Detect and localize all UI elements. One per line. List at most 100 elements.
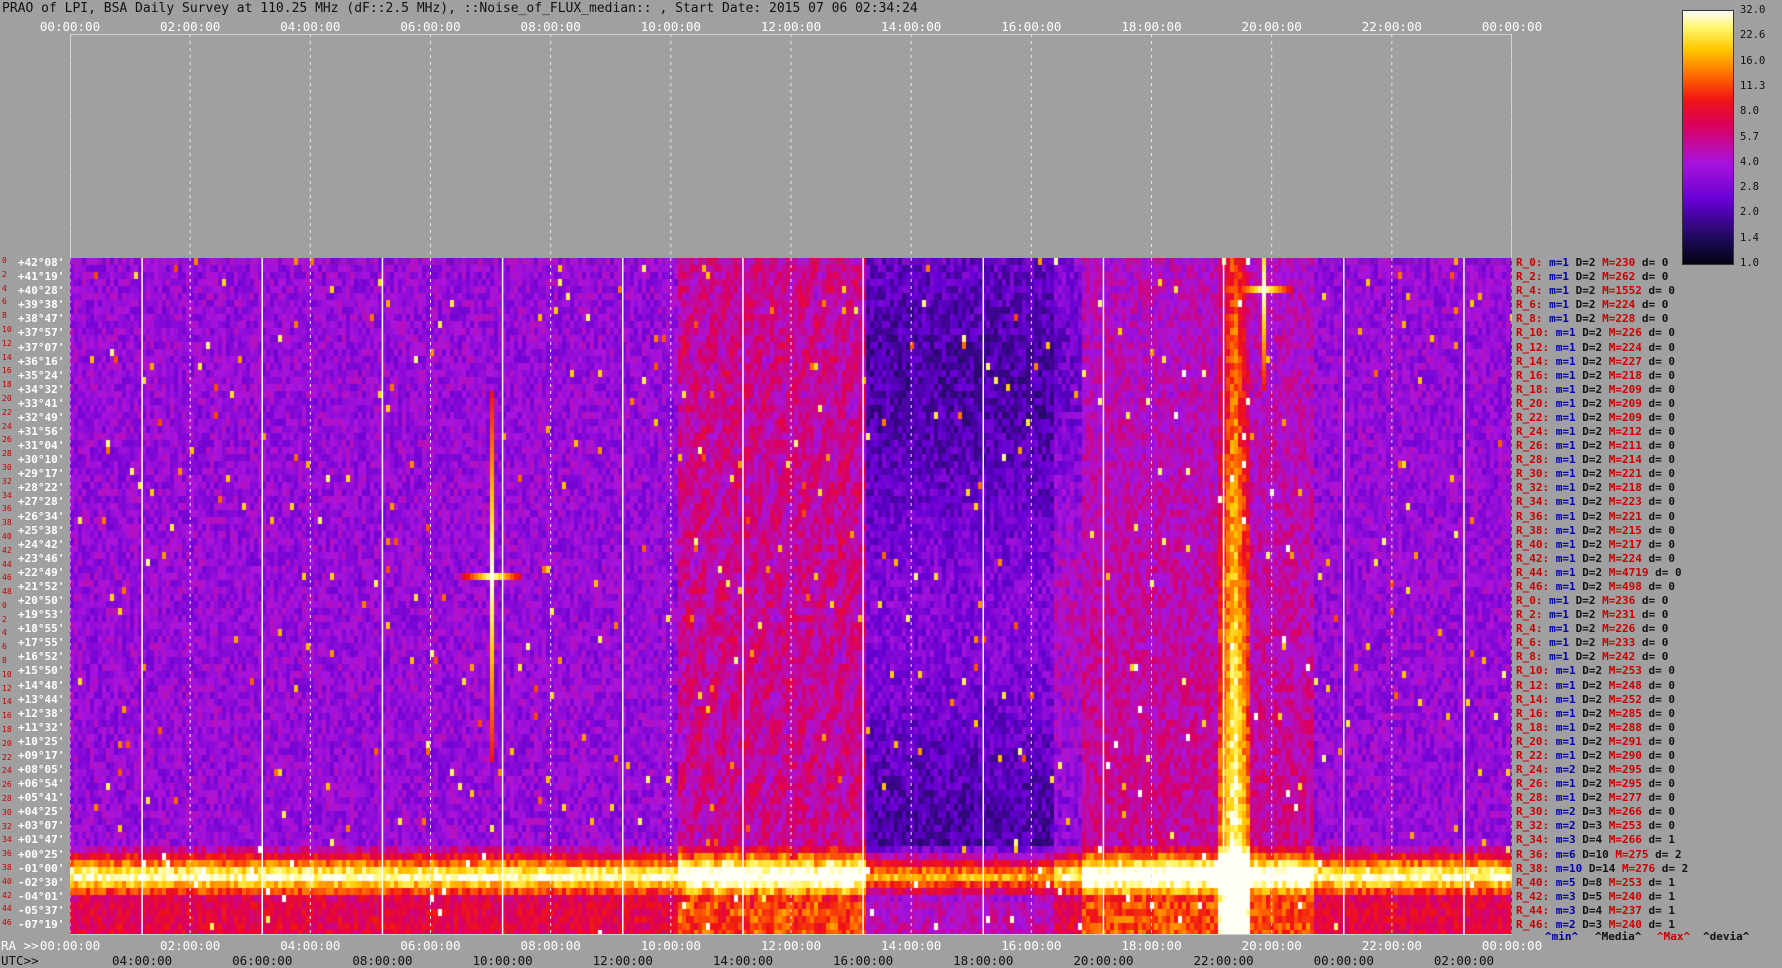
row-stat-id: R_28: — [1516, 453, 1556, 467]
row-stat-dev: 0 — [1668, 439, 1675, 453]
row-stat-m-label: m= — [1549, 298, 1563, 312]
row-stat-m-label: m= — [1555, 889, 1569, 903]
row-index: 42 — [2, 890, 12, 900]
row-stat-max: 215 — [1622, 523, 1649, 537]
row-stat-D: 2 — [1595, 565, 1609, 579]
row-stat-m-label: m= — [1555, 509, 1569, 523]
row-stat-d-label: D= — [1582, 453, 1596, 467]
top-tick-label: 02:00:00 — [160, 19, 221, 34]
row-stat-max-label: M= — [1608, 467, 1622, 481]
row-index: 8 — [2, 311, 7, 321]
legend-min: ^min^ — [1545, 930, 1579, 943]
row-stat-line: R_42: m=1 D=2 M=224 d= 0 — [1516, 552, 1675, 565]
dec-label: +05°41' — [18, 791, 65, 805]
row-stat-max: 290 — [1622, 748, 1649, 762]
row-stat-m-label: m= — [1555, 692, 1569, 706]
row-stat-max-label: M= — [1602, 298, 1616, 312]
row-stat-id: R_30: — [1516, 467, 1556, 481]
row-stat-max-label: M= — [1602, 608, 1616, 622]
row-stat-dev-label: d= — [1641, 312, 1662, 326]
row-stat-dev-label: d= — [1648, 495, 1669, 509]
row-stat-id: R_20: — [1516, 396, 1556, 410]
row-stat-m-label: m= — [1555, 495, 1569, 509]
row-stat-max-label: M= — [1608, 481, 1622, 495]
row-stat-dev: 1 — [1668, 889, 1675, 903]
row-stat-dev: 1 — [1668, 917, 1675, 931]
row-index: 4 — [2, 283, 7, 293]
row-stat-line: R_34: m=3 D=4 M=266 d= 1 — [1516, 833, 1675, 846]
row-index: 12 — [2, 338, 12, 348]
row-stat-D: 2 — [1595, 439, 1609, 453]
row-stat-max: 295 — [1622, 763, 1649, 776]
dec-label: +37°07' — [18, 340, 65, 354]
row-stat-dev: 0 — [1668, 284, 1675, 298]
dec-label: +15°50' — [18, 664, 65, 678]
row-index: 40 — [2, 531, 12, 541]
top-tick-label: 06:00:00 — [400, 19, 461, 34]
row-stat-m: 2 — [1569, 819, 1583, 833]
row-stat-id: R_42: — [1516, 551, 1556, 565]
row-stat-max: 224 — [1622, 551, 1649, 565]
row-stat-d-label: D= — [1582, 833, 1596, 847]
dec-label: +12°38' — [18, 706, 65, 720]
row-stat-max-label: M= — [1608, 368, 1622, 382]
row-stat-id: R_22: — [1516, 410, 1556, 424]
row-index: 48 — [2, 587, 12, 597]
row-stat-m: 1 — [1569, 734, 1583, 748]
dec-label: +19°53' — [18, 608, 65, 622]
dec-label: +32°49' — [18, 410, 65, 424]
row-stat-m: 1 — [1569, 396, 1583, 410]
row-stat-max-label: M= — [1608, 579, 1622, 593]
row-stat-m: 1 — [1569, 425, 1583, 438]
dec-label: +21°52' — [18, 579, 65, 593]
row-stat-dev-label: d= — [1648, 889, 1669, 903]
row-stat-id: R_18: — [1516, 720, 1556, 734]
row-stat-D: 2 — [1595, 734, 1609, 748]
row-stat-max: 236 — [1615, 594, 1642, 607]
row-stat-m: 1 — [1569, 565, 1583, 579]
dec-label: +01°47' — [18, 833, 65, 847]
row-stat-id: R_14: — [1516, 692, 1556, 706]
dec-label: +09°17' — [18, 748, 65, 762]
row-index: 28 — [2, 449, 12, 459]
row-stat-d-label: D= — [1582, 903, 1596, 917]
row-stat-m-label: m= — [1549, 608, 1563, 622]
row-stat-dev: 0 — [1668, 748, 1675, 762]
legend-max: ^Max^ — [1657, 930, 1691, 943]
row-stat-line: R_30: m=1 D=2 M=221 d= 0 — [1516, 467, 1675, 480]
row-stat-m: 1 — [1569, 748, 1583, 762]
row-index: 24 — [2, 421, 12, 431]
colorbar-tick-label: 11.3 — [1740, 79, 1766, 92]
row-stat-m-label: m= — [1555, 720, 1569, 734]
row-stat-max-label: M= — [1608, 565, 1622, 579]
row-stat-m-label: m= — [1555, 706, 1569, 720]
row-stat-max-label: M= — [1608, 903, 1622, 917]
row-stat-D: 14 — [1602, 861, 1622, 875]
row-stat-d-label: D= — [1575, 298, 1589, 312]
top-tick-label: 20:00:00 — [1241, 19, 1302, 34]
row-stat-max: 209 — [1622, 382, 1649, 396]
row-stat-dev-label: d= — [1648, 467, 1669, 481]
utc-tick-label: 08:00:00 — [352, 953, 413, 968]
row-stat-id: R_46: — [1516, 579, 1556, 593]
row-stat-d-label: D= — [1582, 326, 1596, 340]
colorbar-tick-label: 8.0 — [1740, 105, 1759, 118]
utc-tick-label: 04:00:00 — [111, 953, 173, 968]
row-stat-m-label: m= — [1549, 256, 1563, 269]
row-index: 44 — [2, 559, 12, 569]
dec-label: +35°24' — [18, 368, 65, 382]
row-stat-d-label: D= — [1582, 917, 1596, 931]
row-stat-id: R_46: — [1516, 917, 1556, 931]
row-stat-line: R_20: m=1 D=2 M=291 d= 0 — [1516, 735, 1675, 748]
row-stat-d-label: D= — [1582, 819, 1596, 833]
row-stat-id: R_10: — [1516, 664, 1556, 678]
row-stat-dev: 0 — [1668, 354, 1675, 368]
row-stat-dev-label: d= — [1648, 763, 1669, 776]
row-stat-dev: 0 — [1668, 425, 1675, 438]
row-stat-dev-label: d= — [1648, 354, 1669, 368]
row-stat-line: R_18: m=1 D=2 M=288 d= 0 — [1516, 721, 1675, 734]
row-stat-max-label: M= — [1615, 847, 1629, 861]
row-stat-D: 2 — [1588, 622, 1603, 636]
row-stat-d-label: D= — [1582, 565, 1596, 579]
colorbar-tick-label: 5.7 — [1740, 130, 1759, 143]
